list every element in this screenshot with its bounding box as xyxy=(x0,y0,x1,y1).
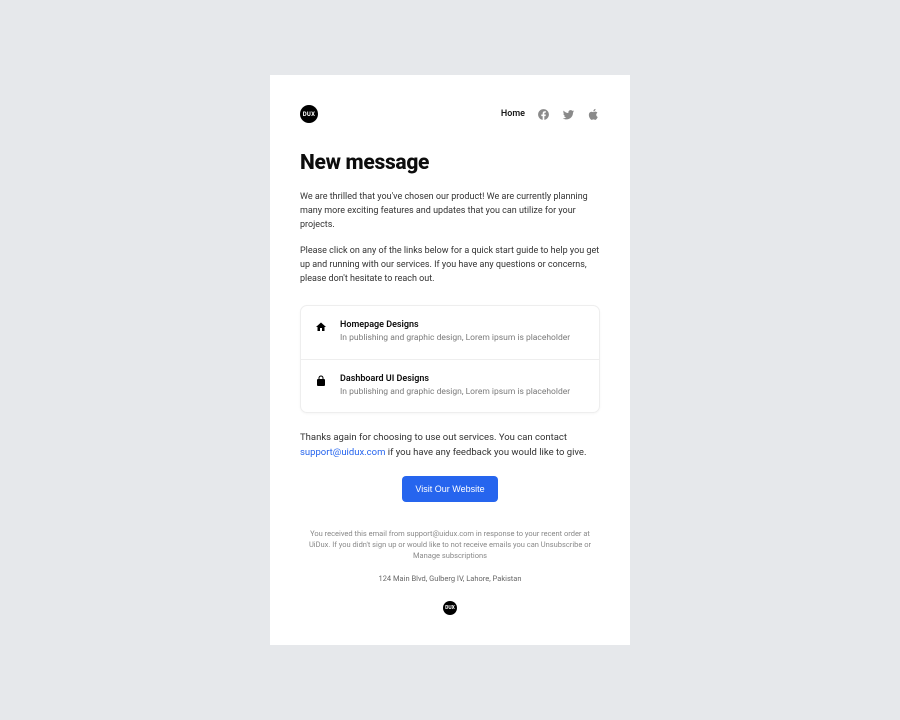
thanks-post: if you have any feedback you would like … xyxy=(385,447,586,458)
intro-paragraph-1: We are thrilled that you've chosen our p… xyxy=(300,191,600,233)
footer-logo-text: DUX xyxy=(445,605,455,611)
thanks-pre: Thanks again for choosing to use out ser… xyxy=(300,432,567,443)
header-nav: Home xyxy=(501,108,600,121)
card-homepage-designs[interactable]: Homepage Designs In publishing and graph… xyxy=(301,306,599,359)
home-icon xyxy=(315,321,327,333)
facebook-icon[interactable] xyxy=(537,108,550,121)
visit-website-button[interactable]: Visit Our Website xyxy=(402,476,497,502)
card-dashboard-designs[interactable]: Dashboard UI Designs In publishing and g… xyxy=(301,359,599,413)
card-body: Homepage Designs In publishing and graph… xyxy=(340,320,570,345)
card-body: Dashboard UI Designs In publishing and g… xyxy=(340,374,570,399)
footer-address: 124 Main Blvd, Gulberg IV, Lahore, Pakis… xyxy=(300,574,600,583)
footer-logo: DUX xyxy=(443,601,457,615)
thanks-text: Thanks again for choosing to use out ser… xyxy=(300,431,600,460)
home-link[interactable]: Home xyxy=(501,109,525,119)
card-title: Homepage Designs xyxy=(340,320,570,330)
page-title: New message xyxy=(300,151,600,175)
cta-wrap: Visit Our Website xyxy=(300,476,600,502)
twitter-icon[interactable] xyxy=(562,108,575,121)
card-desc: In publishing and graphic design, Lorem … xyxy=(340,387,570,399)
intro-paragraph-2: Please click on any of the links below f… xyxy=(300,245,600,287)
footer-logo-wrap: DUX xyxy=(300,601,600,615)
brand-logo: DUX xyxy=(300,105,318,123)
footer-disclaimer: You received this email from support@uid… xyxy=(300,528,600,562)
support-email-link[interactable]: support@uidux.com xyxy=(300,447,385,458)
brand-logo-text: DUX xyxy=(303,111,316,118)
card-desc: In publishing and graphic design, Lorem … xyxy=(340,333,570,345)
link-cards: Homepage Designs In publishing and graph… xyxy=(300,305,600,414)
lock-icon xyxy=(315,375,327,387)
apple-icon[interactable] xyxy=(587,108,600,121)
card-title: Dashboard UI Designs xyxy=(340,374,570,384)
header: DUX Home xyxy=(300,105,600,123)
email-container: DUX Home New message We are thrilled tha… xyxy=(270,75,630,645)
